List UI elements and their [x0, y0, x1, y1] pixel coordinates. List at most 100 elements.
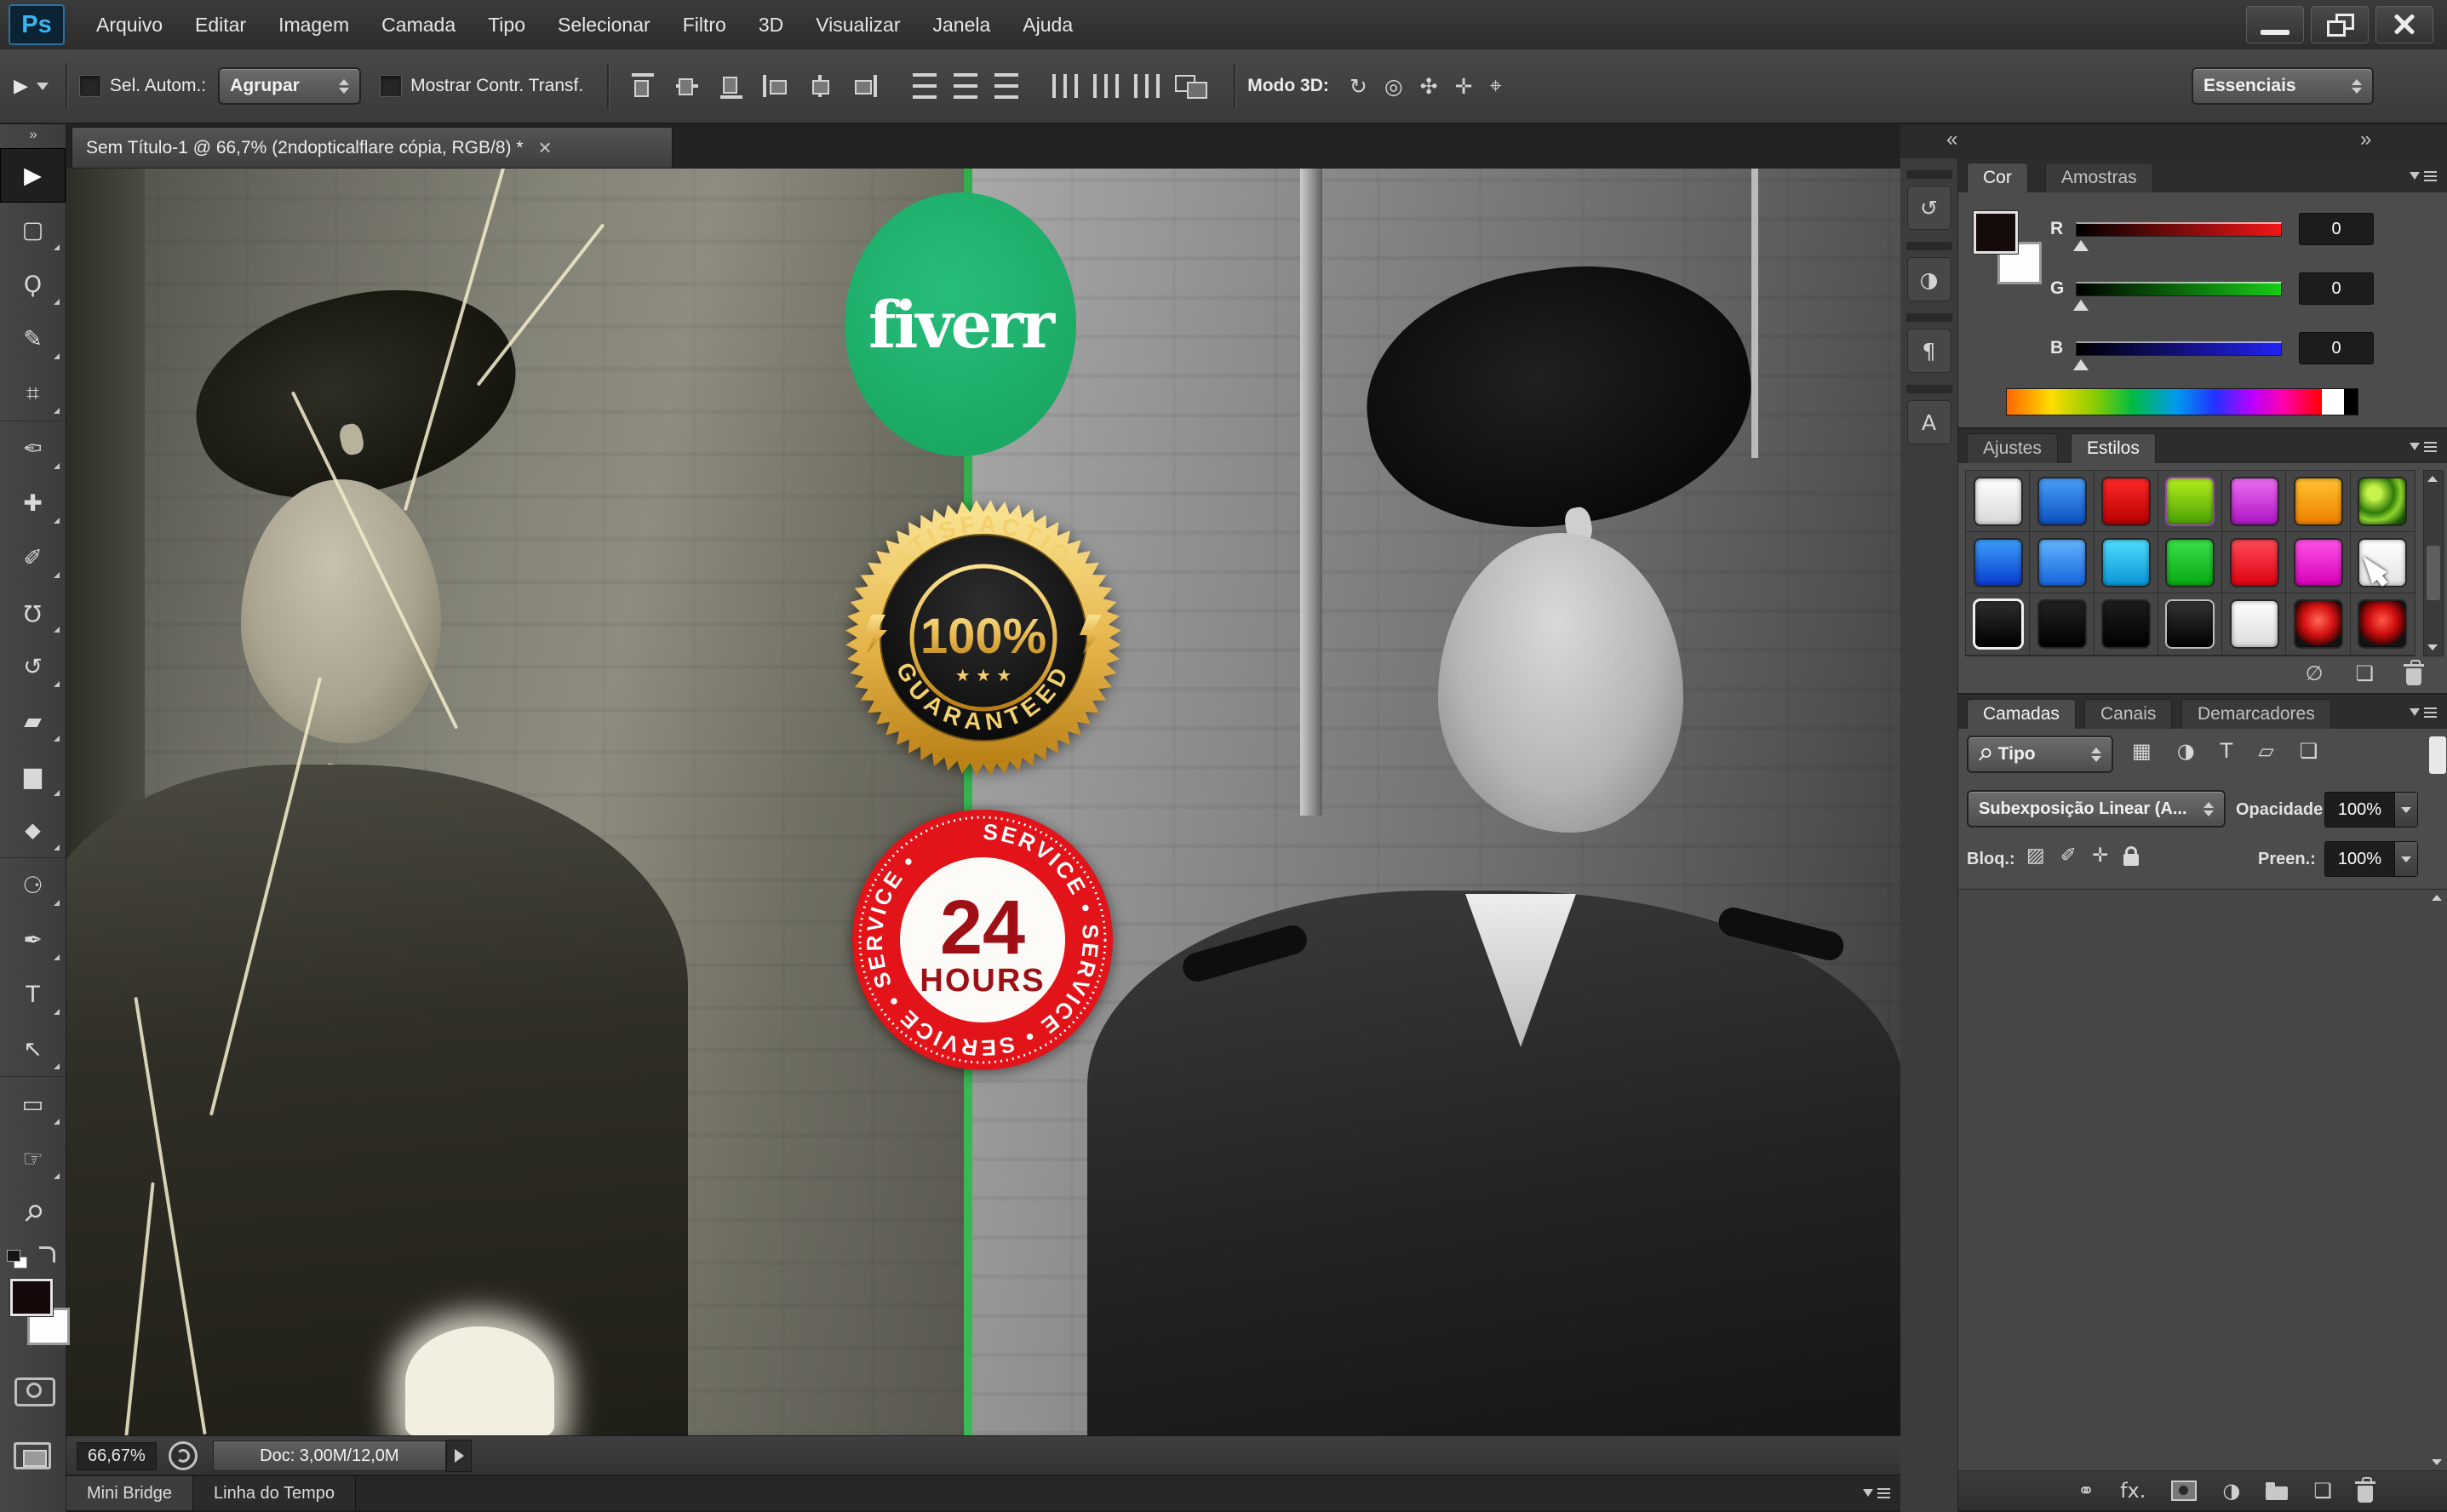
align-top-edges-icon[interactable]	[630, 72, 656, 100]
channel-slider[interactable]	[2076, 282, 2282, 296]
hand-tool[interactable]: ☞	[0, 1131, 66, 1186]
scroll-down-icon[interactable]	[2432, 1459, 2442, 1465]
style-swatch[interactable]	[2295, 601, 2341, 647]
eraser-tool[interactable]: ▰	[0, 694, 66, 748]
delete-style-icon[interactable]	[2406, 662, 2421, 685]
filter-smart-objects-icon[interactable]: ❏	[2300, 739, 2318, 763]
fill-input[interactable]: 100%	[2324, 841, 2418, 877]
show-transform-checkbox[interactable]	[380, 75, 402, 97]
distribute-bottom-edges-icon[interactable]	[994, 73, 1018, 99]
tab-canais[interactable]: Canais	[2084, 699, 2172, 729]
collapse-panels-icon[interactable]: »	[2360, 128, 2371, 152]
distribute-left-edges-icon[interactable]	[1052, 74, 1078, 98]
style-swatch[interactable]	[2103, 540, 2149, 586]
close-icon[interactable]	[2375, 6, 2433, 43]
foreground-color-swatch[interactable]	[1974, 211, 2018, 254]
slider-thumb-icon[interactable]	[2073, 359, 2089, 370]
menu-item[interactable]: Selecionar	[542, 14, 667, 37]
channel-value[interactable]: 0	[2299, 213, 2374, 245]
style-swatch[interactable]	[2039, 478, 2085, 524]
blend-mode-dropdown[interactable]: Subexposição Linear (A...	[1967, 790, 2226, 828]
clone-stamp-tool[interactable]: Ω	[0, 585, 66, 639]
rectangular-marquee-tool[interactable]: ▢	[0, 203, 66, 257]
restore-icon[interactable]	[2311, 6, 2369, 43]
tab-demarcadores[interactable]: Demarcadores	[2181, 699, 2331, 729]
slider-thumb-icon[interactable]	[2073, 300, 2089, 311]
link-layers-icon[interactable]: ⚭	[2077, 1479, 2095, 1503]
channel-value[interactable]: 0	[2299, 272, 2374, 305]
tab-ajustes[interactable]: Ajustes	[1967, 433, 2058, 463]
character-panel-icon[interactable]: A	[1907, 400, 1951, 444]
panel-menu-icon[interactable]	[2410, 704, 2437, 719]
menu-item[interactable]: Ajuda	[1006, 14, 1089, 37]
lock-position-icon[interactable]: ✛	[2092, 845, 2108, 867]
layer-filter-dropdown[interactable]: ⚲ Tipo	[1967, 736, 2113, 773]
align-left-edges-icon[interactable]	[761, 73, 790, 99]
style-swatch[interactable]	[2167, 601, 2213, 647]
3d-slide-camera-icon[interactable]: ✛	[1455, 74, 1473, 99]
layer-group-icon[interactable]	[2266, 1481, 2288, 1500]
filter-shape-layers-icon[interactable]: ▱	[2258, 739, 2273, 763]
gradient-tool[interactable]: ▆	[0, 748, 66, 803]
menu-item[interactable]: Janela	[917, 14, 1007, 37]
tab-close-icon[interactable]: ×	[539, 135, 552, 161]
style-swatch[interactable]	[2103, 478, 2149, 524]
tab-estilos[interactable]: Estilos	[2071, 433, 2156, 463]
filter-type-layers-icon[interactable]: T	[2221, 739, 2233, 763]
zoom-tool[interactable]: ⚲	[0, 1186, 66, 1240]
tab-amostras[interactable]: Amostras	[2045, 163, 2153, 192]
tab-mini-bridge[interactable]: Mini Bridge	[66, 1476, 193, 1510]
3d-pan-camera-icon[interactable]: ✣	[1420, 74, 1438, 99]
new-style-icon[interactable]: ❏	[2355, 662, 2374, 685]
screen-mode-icon[interactable]	[14, 1442, 51, 1469]
toolbar-collapse-icon[interactable]: »	[0, 124, 66, 146]
tab-cor[interactable]: Cor	[1967, 163, 2028, 192]
move-tool[interactable]: ▶	[0, 148, 66, 203]
status-options-button[interactable]	[446, 1440, 472, 1472]
style-swatch[interactable]	[1975, 601, 2021, 647]
style-swatch[interactable]	[2039, 540, 2085, 586]
style-swatch[interactable]	[2232, 540, 2278, 586]
layers-list[interactable]	[1958, 889, 2447, 1471]
align-bottom-edges-icon[interactable]	[719, 72, 744, 100]
3d-rotate-camera-icon[interactable]: ↻	[1350, 74, 1367, 99]
foreground-color-swatch[interactable]	[10, 1279, 53, 1316]
3d-roll-camera-icon[interactable]: ◎	[1384, 74, 1403, 99]
style-swatch[interactable]	[2232, 601, 2278, 647]
quick-selection-tool[interactable]: ✎	[0, 312, 66, 366]
blur-tool[interactable]: ⬥	[0, 803, 66, 857]
tab-camadas[interactable]: Camadas	[1967, 699, 2076, 729]
history-brush-tool[interactable]: ↺	[0, 639, 66, 694]
pen-tool[interactable]: ✒	[0, 913, 66, 967]
distribute-top-edges-icon[interactable]	[913, 73, 937, 99]
swap-colors-icon[interactable]	[39, 1246, 55, 1263]
style-swatch[interactable]	[2359, 478, 2405, 524]
style-swatch[interactable]	[2103, 601, 2149, 647]
style-swatch[interactable]	[2359, 601, 2405, 647]
align-right-edges-icon[interactable]	[850, 73, 879, 99]
auto-align-layers-icon[interactable]	[1175, 73, 1214, 99]
filter-pixel-layers-icon[interactable]: ▦	[2132, 739, 2152, 763]
document-tab[interactable]: Sem Título-1 @ 66,7% (2ndopticalflare có…	[72, 127, 673, 168]
delete-layer-icon[interactable]	[2358, 1479, 2373, 1503]
menu-item[interactable]: Filtro	[667, 14, 742, 37]
menu-item[interactable]: Tipo	[472, 14, 542, 37]
color-spectrum-ramp[interactable]	[2006, 388, 2358, 415]
workspace-dropdown[interactable]: Essenciais	[2192, 67, 2374, 105]
menu-item[interactable]: Editar	[179, 14, 262, 37]
chevron-down-icon[interactable]	[2394, 793, 2417, 827]
quick-mask-icon[interactable]	[14, 1377, 55, 1406]
zoom-level-input[interactable]: 66,67%	[77, 1442, 157, 1470]
lasso-tool[interactable]: Ϙ	[0, 257, 66, 312]
panel-menu-icon[interactable]	[2410, 438, 2437, 454]
style-swatch[interactable]	[1975, 478, 2021, 524]
default-colors-icon[interactable]	[7, 1250, 29, 1270]
auto-select-dropdown[interactable]: Agrupar	[218, 67, 361, 105]
clear-style-icon[interactable]: ∅	[2306, 662, 2324, 685]
status-cycle-icon[interactable]	[169, 1441, 198, 1470]
panel-menu-icon[interactable]	[2410, 168, 2437, 183]
style-swatch[interactable]	[2295, 478, 2341, 524]
scroll-down-icon[interactable]	[2427, 644, 2438, 650]
channel-slider[interactable]	[2076, 222, 2282, 237]
channel-slider[interactable]	[2076, 341, 2282, 356]
